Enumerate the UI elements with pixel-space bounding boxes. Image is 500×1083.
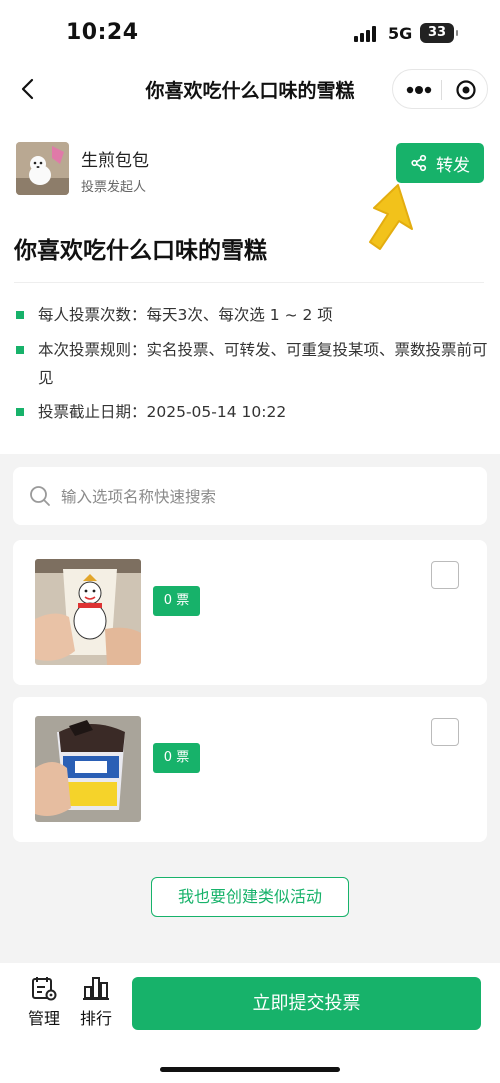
bullet-icon	[16, 408, 24, 416]
option-checkbox[interactable]	[431, 718, 459, 746]
close-miniprogram-button[interactable]	[455, 79, 477, 101]
rule-text: 本次投票规则：实名投票、可转发、可重复投某项、票数投票前可见	[38, 341, 488, 387]
share-button-label: 转发	[436, 155, 470, 176]
vote-title: 你喜欢吃什么口味的雪糕	[14, 238, 267, 264]
share-button[interactable]: 转发	[396, 143, 484, 183]
rule-item: 本次投票规则：实名投票、可转发、可重复投某项、票数投票前可见	[16, 336, 488, 392]
avatar	[16, 142, 69, 195]
vote-option-card[interactable]: 0 票	[13, 540, 487, 685]
manage-label: 管理	[27, 1009, 60, 1028]
vote-header-card: 生煎包包 投票发起人 转发 你喜欢吃什么口味的雪糕 每人投票次数：每天3次、每次…	[0, 114, 500, 454]
search-input[interactable]: 输入选项名称快速搜索	[13, 467, 487, 525]
submit-vote-button[interactable]: 立即提交投票	[132, 977, 481, 1030]
home-indicator	[160, 1067, 340, 1072]
manage-gear-icon	[32, 977, 57, 1001]
rank-label: 排行	[79, 1009, 112, 1028]
initiator-role: 投票发起人	[81, 180, 147, 195]
create-similar-button[interactable]: 我也要创建类似活动	[151, 877, 349, 917]
vote-count-badge: 0 票	[153, 586, 200, 616]
search-placeholder: 输入选项名称快速搜索	[61, 488, 217, 506]
dog-avatar-icon	[16, 142, 69, 195]
rule-text: 投票截止日期：2025-05-14 10:22	[38, 403, 287, 421]
status-bar: 10:24 5G 33	[0, 0, 500, 64]
option-checkbox[interactable]	[431, 561, 459, 589]
initiator-name: 生煎包包	[81, 151, 149, 171]
target-circle-icon	[456, 80, 476, 100]
rank-button[interactable]: 排行	[74, 975, 118, 1029]
rule-item: 每人投票次数：每天3次、每次选 1 ~ 2 项	[16, 301, 488, 329]
status-time: 10:24	[66, 20, 139, 45]
option-image	[35, 559, 141, 665]
capsule-divider	[441, 80, 442, 100]
signal-icon	[354, 26, 380, 42]
rule-item: 投票截止日期：2025-05-14 10:22	[16, 398, 488, 426]
nav-bar: 你喜欢吃什么口味的雪糕	[0, 64, 500, 114]
rule-text: 每人投票次数：每天3次、每次选 1 ~ 2 项	[38, 306, 333, 324]
bottom-action-bar: 管理 排行 立即提交投票	[0, 963, 500, 1083]
vote-count-badge: 0 票	[153, 743, 200, 773]
mini-program-capsule	[392, 69, 488, 109]
more-button[interactable]	[405, 82, 433, 96]
option-image	[35, 716, 141, 822]
bullet-icon	[16, 311, 24, 319]
manage-button[interactable]: 管理	[22, 975, 66, 1029]
oreo-sundae-image	[35, 716, 141, 822]
divider	[14, 282, 484, 283]
cursor-pointer-icon	[369, 184, 413, 250]
vote-option-card[interactable]: 0 票	[13, 697, 487, 842]
bullet-icon	[16, 346, 24, 354]
ranking-bars-icon	[83, 977, 109, 1000]
search-icon	[30, 486, 50, 506]
battery-icon: 33	[420, 23, 458, 43]
more-dots-icon	[406, 86, 432, 94]
share-icon	[411, 154, 427, 172]
network-type: 5G	[388, 24, 413, 43]
snowman-ice-cream-image	[35, 559, 141, 665]
